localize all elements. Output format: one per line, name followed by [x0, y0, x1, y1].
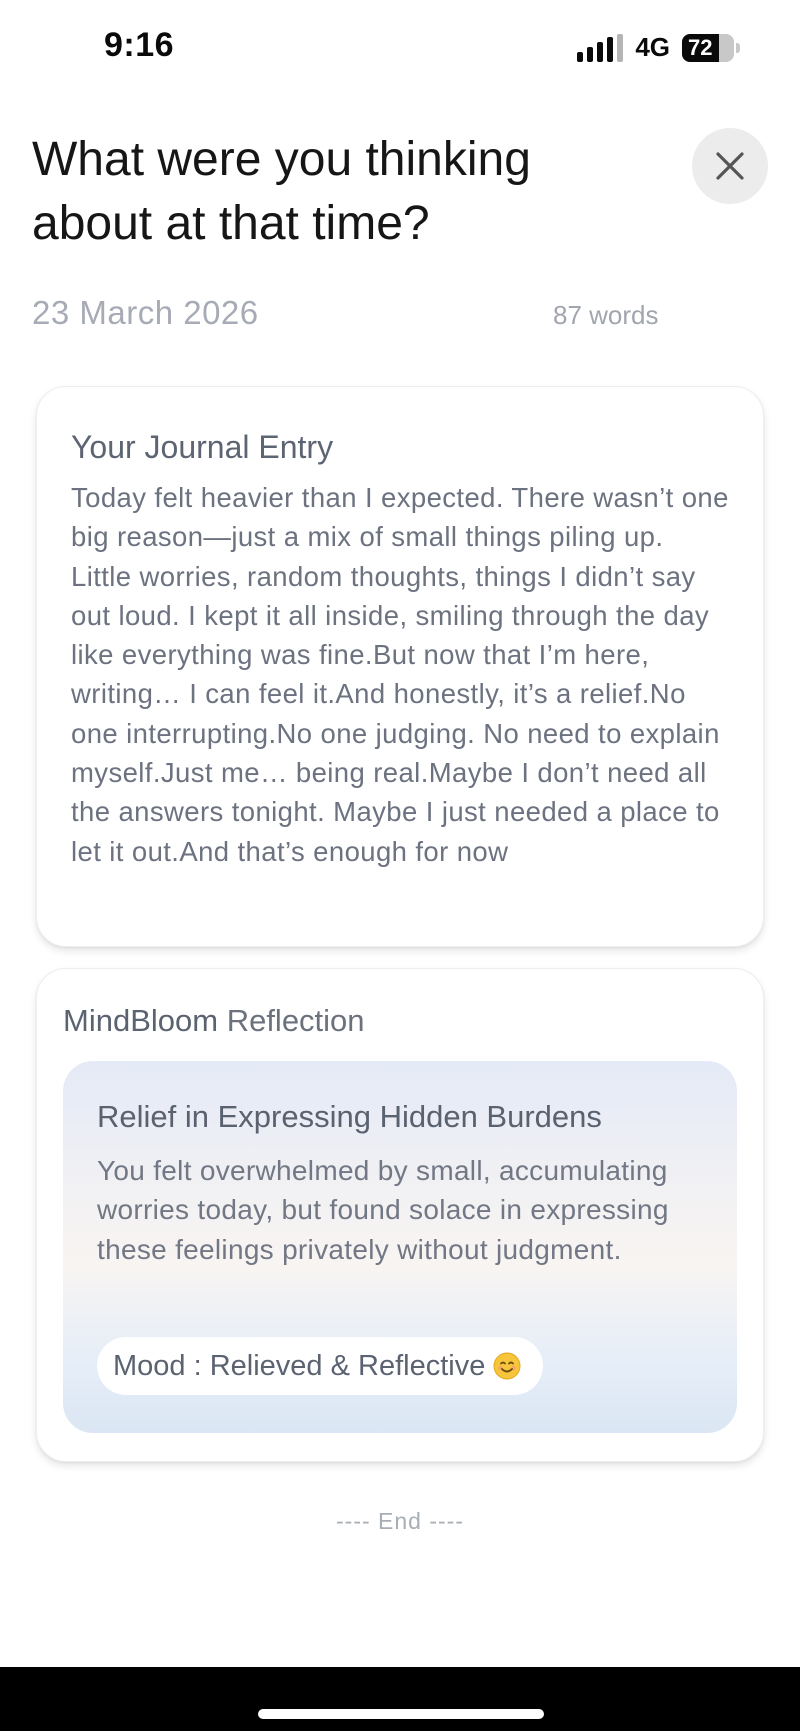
- status-bar: 9:16 4G 72: [0, 0, 800, 96]
- page-title: What were you thinking about at that tim…: [32, 133, 531, 250]
- end-marker: ---- End ----: [336, 1508, 464, 1534]
- close-button[interactable]: [692, 128, 768, 204]
- battery-level: 72: [688, 34, 713, 60]
- status-time: 9:16: [104, 26, 175, 64]
- reflection-heading: MindBloom Reflection: [63, 1003, 737, 1039]
- reflection-label: Reflection: [226, 1003, 365, 1038]
- word-count: 87 words: [553, 300, 659, 330]
- smiling-face-icon: [493, 1352, 521, 1380]
- status-indicators: 4G 72: [577, 32, 740, 63]
- home-bar-area: [0, 1667, 800, 1731]
- entry-date: 23 March 2026: [32, 294, 259, 331]
- cellular-signal-icon: [577, 33, 624, 62]
- insight-box: Relief in Expressing Hidden Burdens You …: [63, 1061, 737, 1433]
- journal-entry-heading: Your Journal Entry: [71, 429, 334, 465]
- insight-title: Relief in Expressing Hidden Burdens: [97, 1099, 602, 1134]
- journal-entry-card: Your Journal Entry Today felt heavier th…: [36, 386, 764, 947]
- network-type: 4G: [635, 32, 670, 62]
- brand-name: MindBloom: [63, 1003, 219, 1038]
- insight-text: You felt overwhelmed by small, accumulat…: [97, 1155, 669, 1265]
- journal-entry-text: Today felt heavier than I expected. Ther…: [71, 482, 729, 867]
- home-indicator[interactable]: [258, 1709, 544, 1719]
- close-icon: [716, 152, 744, 180]
- mood-badge: Mood : Relieved & Reflective: [97, 1337, 544, 1395]
- reflection-card: MindBloom Reflection Relief in Expressin…: [36, 968, 764, 1462]
- battery-icon: 72: [682, 33, 740, 62]
- mood-label: Mood : Relieved & Reflective: [113, 1349, 486, 1382]
